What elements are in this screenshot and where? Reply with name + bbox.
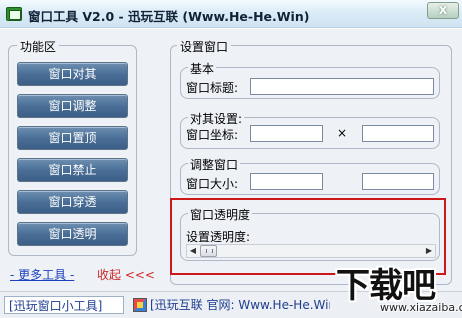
window-title-input[interactable]	[250, 78, 434, 95]
window-size-label: 窗口大小:	[186, 177, 239, 191]
window-coords-label: 窗口坐标:	[186, 128, 239, 142]
resize-title: 调整窗口	[188, 156, 241, 173]
window-title: 窗口工具 V2.0 - 迅玩互联 (Www.He-He.Win)	[28, 9, 310, 24]
brand-icon	[133, 298, 147, 312]
align-title: 对其设置:	[188, 110, 245, 127]
topmost-window-button[interactable]: 窗口置顶	[17, 126, 128, 150]
align-window-button[interactable]: 窗口对其	[17, 62, 128, 86]
transparent-window-button[interactable]: 窗口透明	[17, 222, 128, 246]
coord-x-input[interactable]	[250, 125, 323, 142]
adjust-window-button[interactable]: 窗口调整	[17, 94, 128, 118]
settings-title: 设置窗口	[177, 38, 232, 55]
click-through-window-button[interactable]: 窗口穿透	[17, 190, 128, 214]
status-bar: [迅玩窗口小工具] [迅玩互联 官网: Www.He-He.Win	[0, 291, 462, 318]
close-icon: X	[438, 4, 448, 17]
close-button[interactable]: X	[427, 2, 459, 19]
status-app-name: [迅玩窗口小工具]	[4, 296, 124, 314]
basic-title: 基本	[188, 60, 217, 77]
app-icon	[6, 7, 22, 21]
function-area-title: 功能区	[17, 38, 60, 55]
width-input[interactable]	[250, 173, 323, 190]
height-input[interactable]	[362, 173, 434, 190]
window-title-label: 窗口标题:	[186, 81, 239, 95]
disable-window-button[interactable]: 窗口禁止	[17, 158, 128, 182]
status-website[interactable]: [迅玩互联 官网: Www.He-He.Win	[150, 296, 330, 314]
coord-y-input[interactable]	[362, 125, 434, 142]
collapse-link[interactable]: 收起 <<<	[97, 266, 155, 283]
title-bar[interactable]: 窗口工具 V2.0 - 迅玩互联 (Www.He-He.Win) X	[0, 0, 462, 28]
more-tools-link[interactable]: - 更多工具 -	[10, 266, 74, 283]
highlight-frame	[170, 198, 446, 275]
coords-times-sign: ×	[337, 126, 348, 140]
